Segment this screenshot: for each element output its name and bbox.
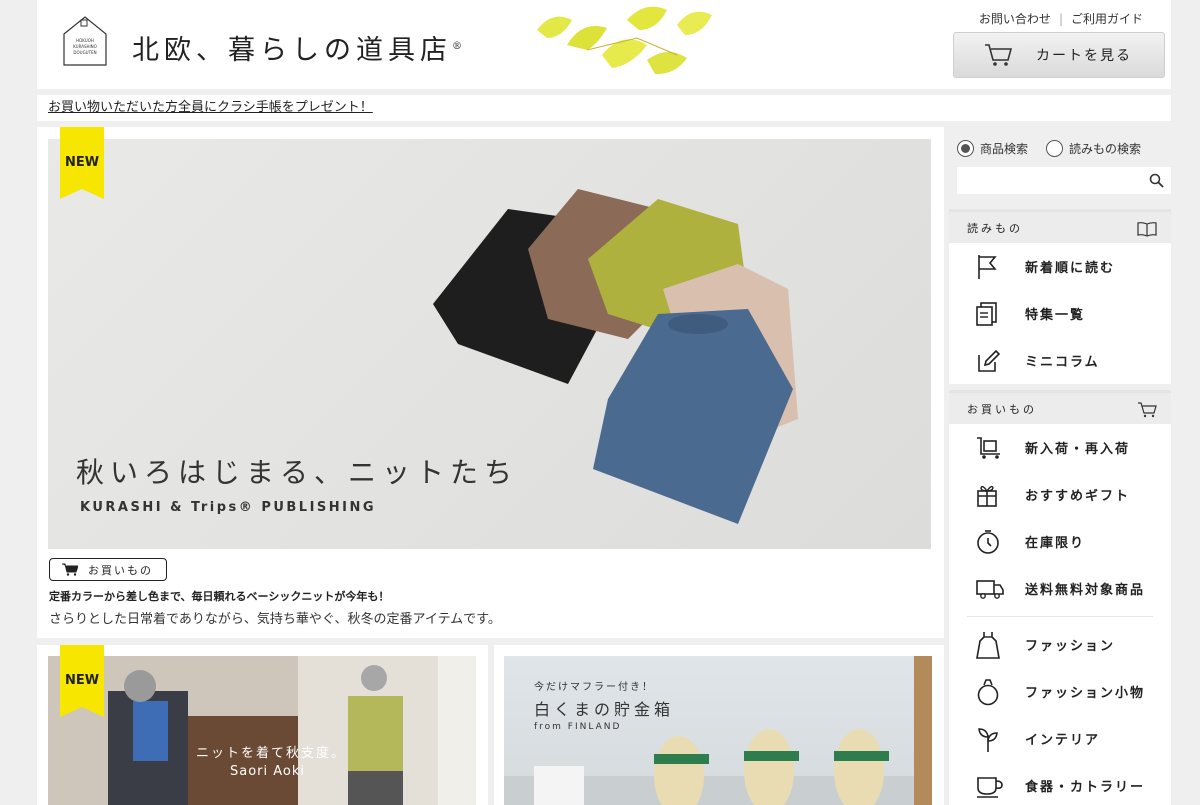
knit-article-image[interactable]: ニットを着て秋支度。 Saori Aoki bbox=[48, 656, 476, 805]
sidebar-item-limited-stock[interactable]: 在庫限り bbox=[949, 518, 1171, 565]
document-stack-icon bbox=[976, 301, 997, 326]
sidebar-item-label: 新着順に読む bbox=[1025, 261, 1116, 276]
knit-article-author: Saori Aoki bbox=[230, 764, 306, 779]
shopping-panel-title: お買いもの bbox=[967, 402, 1037, 416]
view-cart-button[interactable]: カートを見る bbox=[953, 32, 1165, 78]
bear-kicker: 今だけマフラー付き！ bbox=[534, 682, 654, 693]
hero-title: 秋いろはじまる、ニットたち bbox=[76, 456, 519, 489]
logo-house-icon[interactable]: HOKUOH KURASHINO DOUGUTEN bbox=[61, 14, 109, 68]
sidebar-item-new-arrivals[interactable]: 新入荷・再入荷 bbox=[949, 424, 1171, 471]
product-search-label: 商品検索 bbox=[980, 142, 1029, 156]
article-search-label: 読みもの検索 bbox=[1069, 142, 1142, 156]
sidebar-item-label: 送料無料対象商品 bbox=[1025, 583, 1146, 598]
article-search-radio[interactable] bbox=[1046, 140, 1064, 157]
svg-text:HOKUOH: HOKUOH bbox=[76, 38, 94, 43]
hero-lead: 定番カラーから差し色まで、毎日頼れるベーシックニットが今年も！ bbox=[49, 590, 390, 603]
sidebar-item-mini-column[interactable]: ミニコラム bbox=[949, 337, 1171, 384]
reading-panel: 読みもの 新着順に読む 特集一覧 ミニコラム bbox=[949, 209, 1171, 384]
cart-icon bbox=[62, 563, 78, 576]
promo-bar: お買い物いただいた方全員にクラシ手帳をプレゼント！ bbox=[37, 95, 1171, 121]
ginkgo-leaves-decoration bbox=[537, 6, 712, 75]
flag-icon bbox=[978, 254, 997, 279]
cart-button-label: カートを見る bbox=[1036, 48, 1132, 64]
hero-subtitle: KURASHI & Trips® PUBLISHING bbox=[80, 500, 377, 515]
knit-article-caption: ニットを着て秋支度。 bbox=[196, 746, 347, 761]
edit-note-icon bbox=[978, 349, 1000, 372]
truck-icon bbox=[976, 579, 1004, 599]
new-badge: NEW bbox=[60, 645, 104, 717]
reading-panel-header: 読みもの bbox=[949, 209, 1171, 243]
bear-title: 白くまの貯金箱 bbox=[534, 700, 675, 719]
knit-article-card: ニットを着て秋支度。 Saori Aoki NEW bbox=[37, 645, 488, 805]
sidebar-item-gifts[interactable]: おすすめギフト bbox=[949, 471, 1171, 518]
shopping-panel-header: お買いもの bbox=[949, 390, 1171, 424]
divider bbox=[967, 616, 1153, 617]
shopping-panel: お買いもの 新入荷・再入荷 おすすめギフト 在庫限り 送料無料対象商品 ファッシ… bbox=[949, 390, 1171, 805]
search-area: 商品検索 読みもの検索 bbox=[949, 127, 1171, 207]
cart-icon bbox=[1138, 402, 1157, 418]
reading-panel-title: 読みもの bbox=[967, 221, 1023, 235]
sidebar-item-free-shipping[interactable]: 送料無料対象商品 bbox=[949, 565, 1171, 612]
sidebar-item-fashion-accessories[interactable]: ファッション小物 bbox=[949, 668, 1171, 715]
shopping-tag-button[interactable]: お買いもの bbox=[49, 558, 167, 581]
woman-in-knit-photo bbox=[48, 656, 476, 805]
link-separator: | bbox=[1058, 12, 1063, 26]
sidebar-item-fashion[interactable]: ファッション bbox=[949, 621, 1171, 668]
sidebar-item-label: 食器・カトラリー bbox=[1025, 780, 1146, 795]
promo-link[interactable]: お買い物いただいた方全員にクラシ手帳をプレゼント！ bbox=[48, 100, 373, 115]
sidebar-item-label: ミニコラム bbox=[1025, 355, 1100, 370]
sidebar-item-label: インテリア bbox=[1025, 733, 1101, 748]
sidebar-item-tableware[interactable]: 食器・カトラリー bbox=[949, 762, 1171, 805]
sidebar-item-label: ファッション小物 bbox=[1025, 686, 1146, 701]
open-book-icon bbox=[1137, 222, 1157, 237]
cup-icon bbox=[977, 776, 1003, 798]
sidebar-item-label: 新入荷・再入荷 bbox=[1025, 442, 1131, 457]
search-input[interactable] bbox=[957, 167, 1171, 194]
polar-bear-bank-card: 今だけマフラー付き！ 白くまの貯金箱 from FINLAND bbox=[494, 645, 944, 805]
dress-icon bbox=[976, 631, 1000, 659]
sidebar-item-label: おすすめギフト bbox=[1025, 489, 1131, 504]
new-badge-label: NEW bbox=[64, 673, 100, 688]
sidebar-item-features[interactable]: 特集一覧 bbox=[949, 290, 1171, 337]
new-badge: NEW bbox=[60, 127, 104, 199]
polar-bear-bank-image[interactable]: 今だけマフラー付き！ 白くまの貯金箱 from FINLAND bbox=[504, 656, 932, 805]
new-badge-label: NEW bbox=[64, 155, 100, 170]
product-search-radio[interactable] bbox=[957, 140, 974, 157]
hero-description: さらりとした日常着でありながら、気持ち華やぐ、秋冬の定番アイテムです。 bbox=[49, 612, 501, 627]
svg-text:KURASHINO: KURASHINO bbox=[73, 44, 97, 49]
guide-link[interactable]: ご利用ガイド bbox=[1071, 12, 1143, 26]
plant-icon bbox=[978, 727, 998, 752]
search-type-options: 商品検索 読みもの検索 bbox=[957, 140, 1141, 157]
ring-icon bbox=[977, 678, 999, 705]
cart-box-icon bbox=[977, 436, 1000, 459]
site-logo-text[interactable]: 北欧、暮らしの道具店® bbox=[132, 28, 467, 67]
cart-icon bbox=[985, 44, 1012, 66]
hero-banner-image[interactable]: 秋いろはじまる、ニットたち KURASHI & Trips® PUBLISHIN… bbox=[48, 139, 931, 549]
shopping-tag-label: お買いもの bbox=[88, 563, 153, 577]
sidebar-item-interior[interactable]: インテリア bbox=[949, 715, 1171, 762]
gift-icon bbox=[977, 485, 997, 507]
bear-subtitle: from FINLAND bbox=[534, 722, 622, 732]
sidebar-item-new-articles[interactable]: 新着順に読む bbox=[949, 243, 1171, 290]
feature-card: 秋いろはじまる、ニットたち KURASHI & Trips® PUBLISHIN… bbox=[37, 127, 944, 638]
top-links: お問い合わせ | ご利用ガイド bbox=[979, 10, 1143, 27]
timer-icon bbox=[977, 529, 999, 554]
search-icon[interactable] bbox=[1149, 173, 1164, 188]
svg-text:DOUGUTEN: DOUGUTEN bbox=[73, 50, 96, 55]
contact-link[interactable]: お問い合わせ bbox=[979, 12, 1051, 26]
sidebar-item-label: 在庫限り bbox=[1025, 536, 1086, 551]
sidebar-item-label: ファッション bbox=[1025, 639, 1116, 654]
site-header: HOKUOH KURASHINO DOUGUTEN 北欧、暮らしの道具店® お問… bbox=[37, 0, 1171, 89]
sidebar-item-label: 特集一覧 bbox=[1025, 308, 1086, 323]
